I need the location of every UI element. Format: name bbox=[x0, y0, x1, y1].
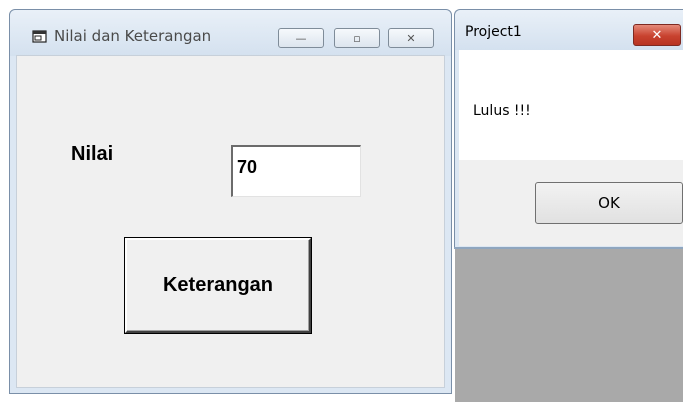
minimize-button[interactable]: — bbox=[278, 28, 324, 48]
message-box-title: Project1 bbox=[465, 24, 522, 40]
background-gray-area bbox=[455, 249, 683, 402]
message-box-title-bar[interactable]: Project1 ✕ bbox=[455, 10, 683, 50]
ok-button[interactable]: OK bbox=[535, 182, 683, 224]
main-window-title: Nilai dan Keterangan bbox=[54, 27, 212, 45]
message-box-client-area: Lulus !!! OK bbox=[459, 50, 683, 246]
message-box-window: Project1 ✕ Lulus !!! OK bbox=[454, 9, 683, 249]
message-area: Lulus !!! bbox=[459, 50, 683, 160]
minimize-icon: — bbox=[295, 31, 307, 45]
maximize-button[interactable]: ▫ bbox=[334, 28, 380, 48]
form-client-area: Nilai 70 Keterangan bbox=[16, 55, 445, 388]
vb-form-icon bbox=[32, 29, 48, 43]
message-box-close-button[interactable]: ✕ bbox=[633, 24, 681, 46]
keterangan-button[interactable]: Keterangan bbox=[125, 238, 311, 333]
close-icon: ✕ bbox=[406, 31, 416, 45]
nilai-label: Nilai bbox=[71, 143, 114, 165]
close-icon: ✕ bbox=[651, 27, 663, 43]
main-form-window: Nilai dan Keterangan — ▫ ✕ Nilai 70 Kete… bbox=[9, 9, 452, 394]
nilai-input[interactable]: 70 bbox=[231, 145, 361, 197]
message-text: Lulus !!! bbox=[473, 103, 531, 119]
main-title-bar[interactable]: Nilai dan Keterangan — ▫ ✕ bbox=[10, 10, 451, 56]
close-button[interactable]: ✕ bbox=[388, 28, 434, 48]
restore-icon: ▫ bbox=[353, 31, 361, 45]
